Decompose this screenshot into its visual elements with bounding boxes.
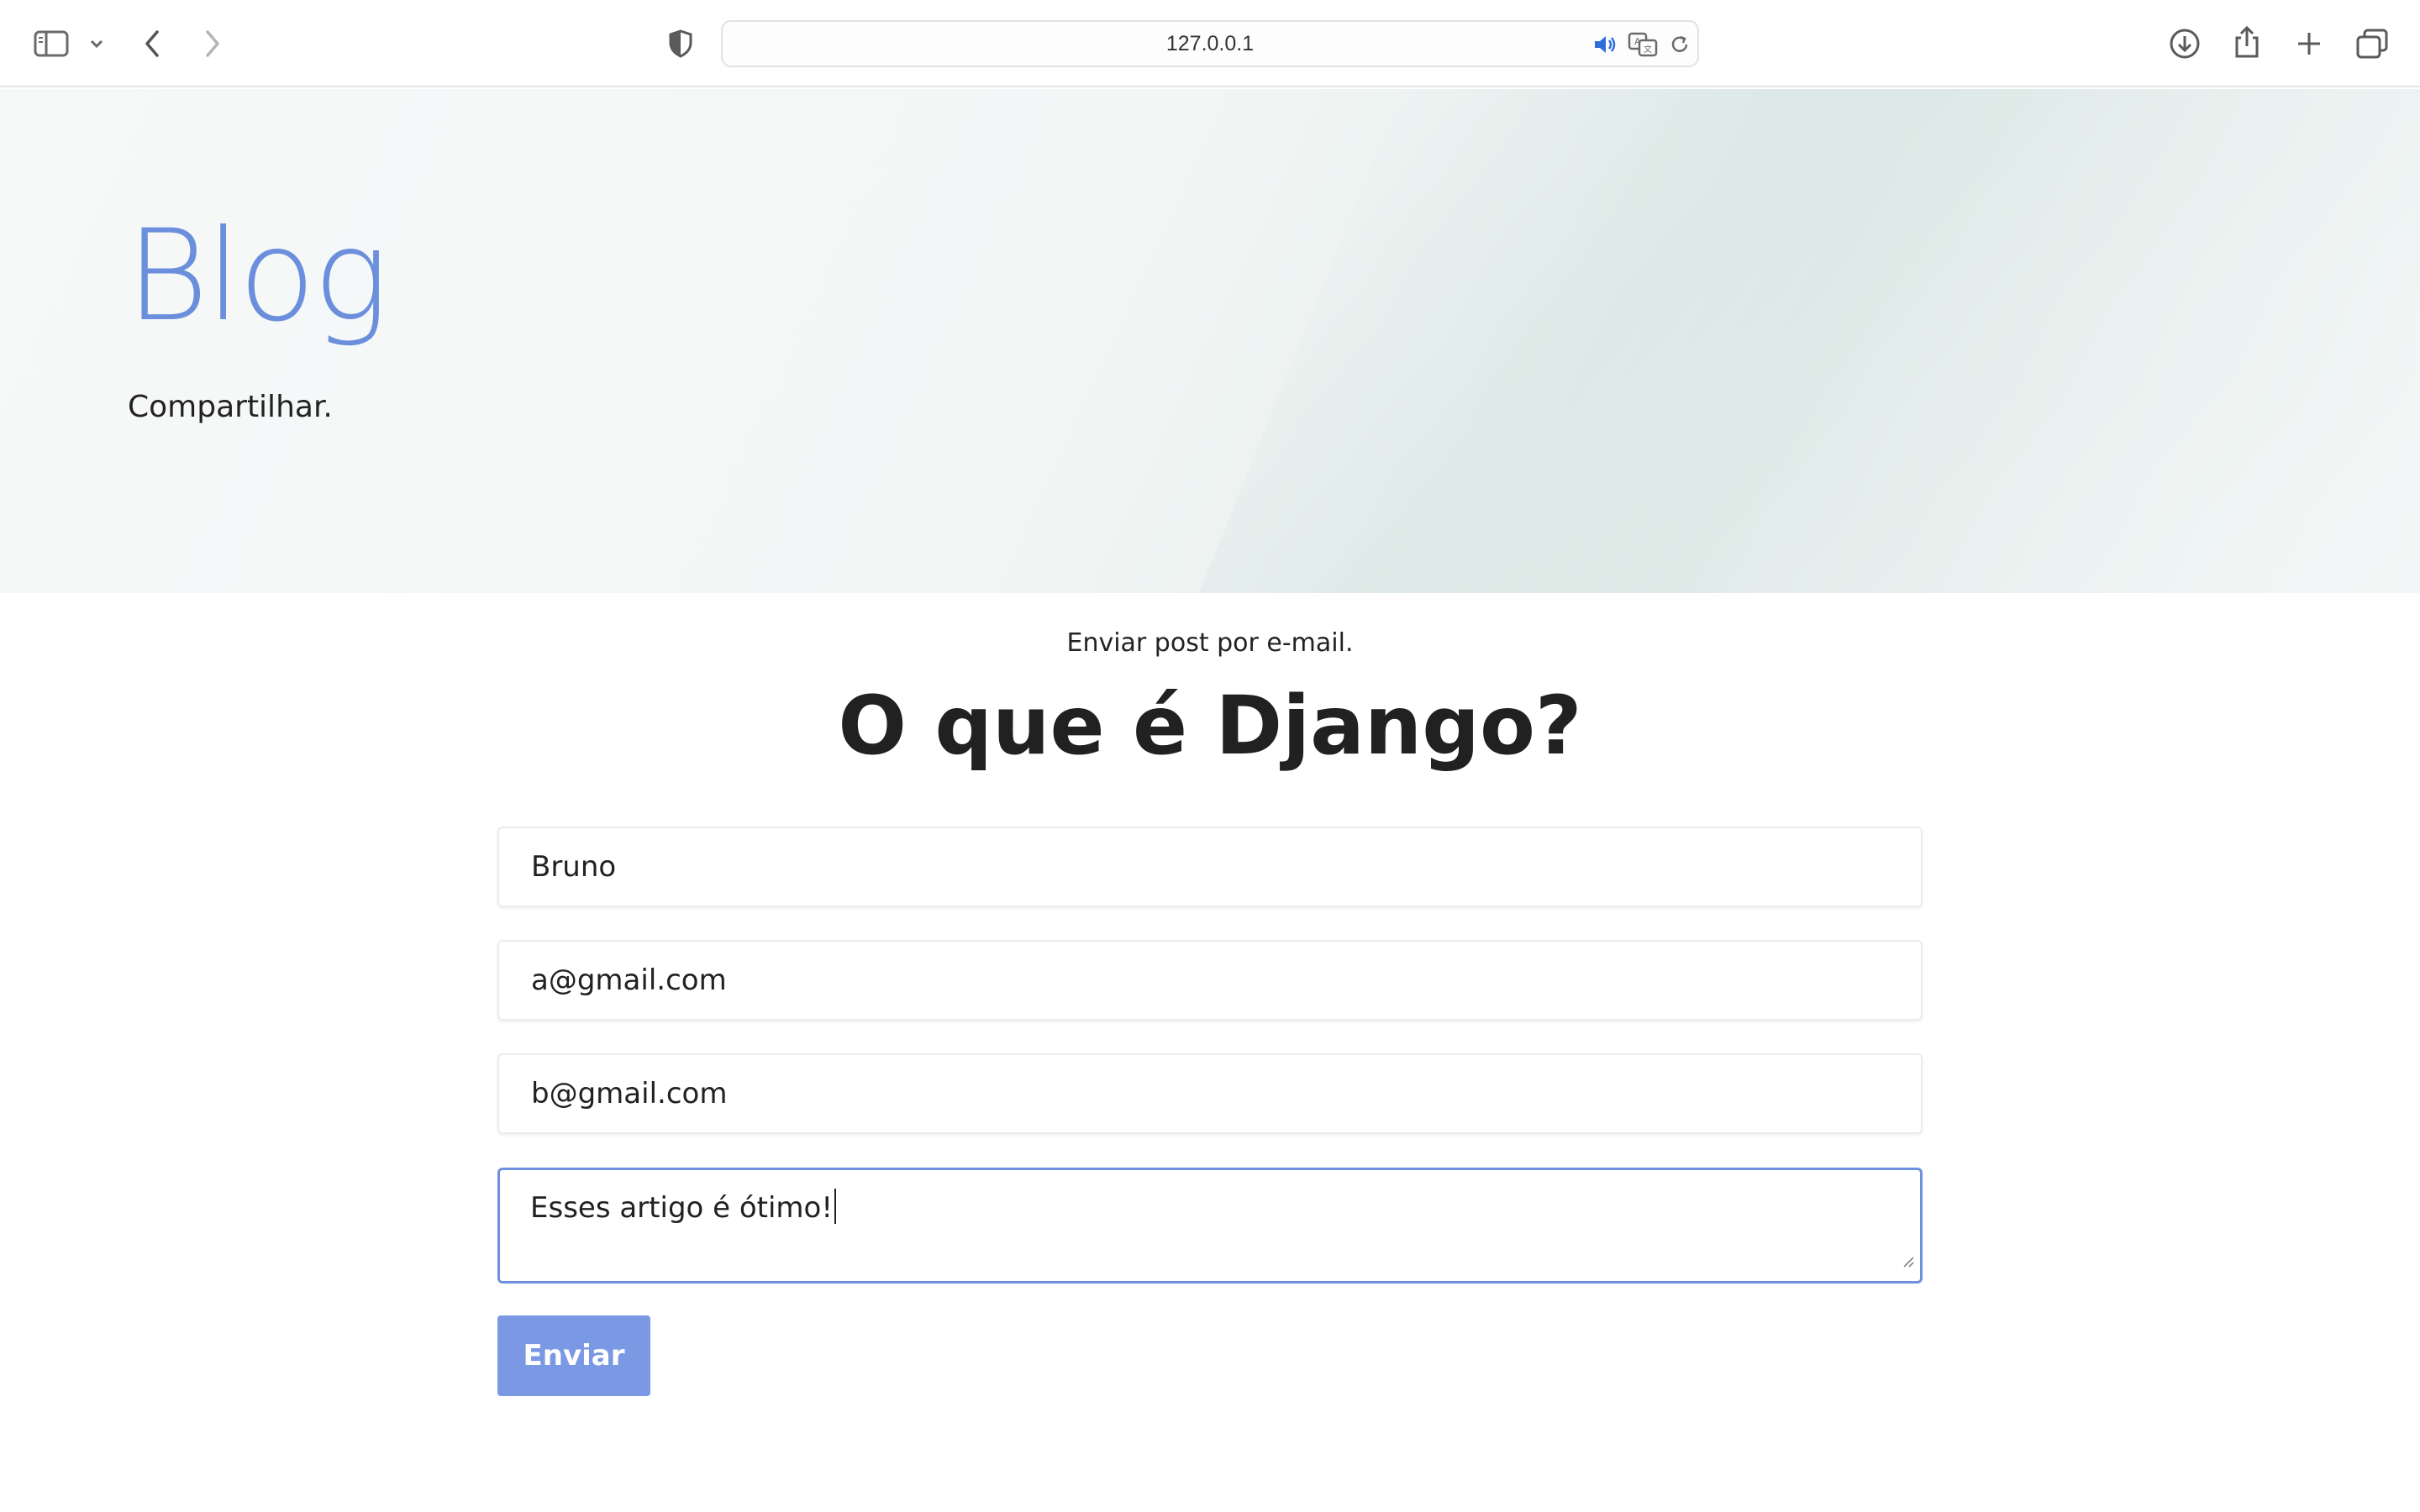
name-field[interactable]: Bruno [497, 827, 1923, 907]
tab-overview-icon[interactable] [2354, 25, 2390, 62]
hero-background-shape [1171, 89, 2420, 593]
chevron-down-icon[interactable] [86, 32, 108, 55]
url-text: 127.0.0.1 [1165, 31, 1255, 55]
hero-banner: Blog Compartilhar. [0, 89, 2420, 593]
svg-text:文: 文 [1644, 44, 1652, 55]
email-field[interactable]: a@gmail.com [497, 940, 1923, 1021]
plus-icon[interactable] [2292, 25, 2326, 62]
share-intro-text: Enviar post por e-mail. [1066, 628, 1354, 658]
reload-icon[interactable] [1667, 32, 1692, 57]
download-icon[interactable] [2166, 25, 2203, 62]
name-field-value: Bruno [531, 850, 617, 884]
svg-text:A: A [1634, 36, 1641, 47]
address-bar[interactable]: 127.0.0.1 A 文 [721, 20, 1699, 67]
recipient-email-field[interactable]: b@gmail.com [497, 1053, 1923, 1134]
speaker-icon[interactable] [1591, 32, 1618, 57]
post-title: O que é Django? [838, 679, 1582, 773]
shield-icon[interactable] [664, 27, 697, 60]
browser-toolbar: 127.0.0.1 A 文 [0, 0, 2420, 87]
chevron-right-icon[interactable] [198, 25, 227, 62]
sidebar-icon[interactable] [32, 27, 71, 60]
recipient-email-field-value: b@gmail.com [531, 1077, 728, 1110]
share-icon[interactable] [2230, 22, 2264, 62]
resize-handle-icon[interactable] [1902, 1242, 1915, 1276]
email-field-value: a@gmail.com [531, 963, 727, 997]
send-button[interactable]: Enviar [497, 1315, 650, 1396]
chevron-left-icon[interactable] [138, 25, 166, 62]
site-title[interactable]: Blog [126, 213, 389, 339]
site-subtitle: Compartilhar. [128, 390, 333, 424]
comments-textarea-value: Esses artigo é ótimo! [530, 1191, 833, 1225]
comments-textarea[interactable]: Esses artigo é ótimo! [497, 1168, 1923, 1284]
text-caret [834, 1189, 836, 1224]
translate-icon[interactable]: A 文 [1627, 30, 1660, 59]
